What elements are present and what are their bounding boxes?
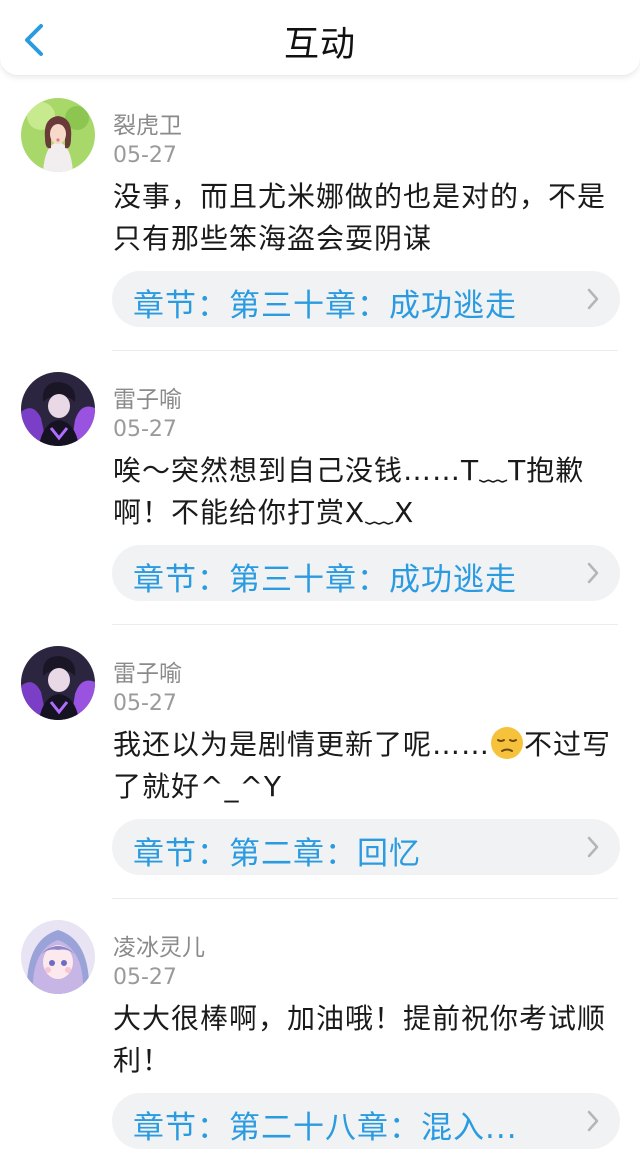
username: 雷子喻 xyxy=(113,387,182,413)
chapter-label: 章节：第二十八章：混入... xyxy=(133,1110,518,1146)
chapter-label: 章节：第三十章：成功逃走 xyxy=(133,288,517,324)
username: 裂虎卫 xyxy=(113,113,182,139)
chevron-right-icon xyxy=(587,288,599,310)
comment-text: 我还以为是剧情更新了呢…… 不过写了就好^_^Y xyxy=(113,724,618,808)
username: 凌冰灵儿 xyxy=(113,935,205,961)
pensive-face-emoji xyxy=(491,727,524,759)
chapter-link[interactable]: 章节：第三十章：成功逃走 xyxy=(112,271,620,327)
chapter-link[interactable]: 章节：第二十八章：混入... xyxy=(112,1093,620,1149)
list-item: 雷子喻 05-27 我还以为是剧情更新了呢…… 不过写了就好^_^Y 章节：第二章… xyxy=(0,624,640,898)
comment-text: 没事，而且尤米娜做的也是对的，不是只有那些笨海盗会耍阴谋 xyxy=(113,180,607,255)
comment-text: 唉～突然想到自己没钱……T﹏T抱歉啊！不能给你打赏X﹏X xyxy=(113,454,585,529)
comment-date: 05-27 xyxy=(113,417,177,442)
chapter-label: 章节：第二章：回忆 xyxy=(133,836,421,872)
list-item: 凌冰灵儿 05-27 大大很棒啊，加油哦！提前祝你考试顺利！ 章节：第二十八章：… xyxy=(0,898,640,1149)
avatar[interactable] xyxy=(21,920,95,994)
chapter-link[interactable]: 章节：第三十章：成功逃走 xyxy=(112,545,620,601)
chevron-right-icon xyxy=(587,562,599,584)
comment-date: 05-27 xyxy=(113,143,177,168)
comment-date: 05-27 xyxy=(113,691,177,716)
list-item: 裂虎卫 05-27 没事，而且尤米娜做的也是对的，不是只有那些笨海盗会耍阴谋 章… xyxy=(0,76,640,350)
comment-text-part: 我还以为是剧情更新了呢…… xyxy=(113,728,491,761)
avatar[interactable] xyxy=(21,646,95,720)
username: 雷子喻 xyxy=(113,661,182,687)
chapter-link[interactable]: 章节：第二章：回忆 xyxy=(112,819,620,875)
comment-date: 05-27 xyxy=(113,965,177,990)
top-bar: 互动 xyxy=(0,0,640,76)
chevron-right-icon xyxy=(587,1110,599,1132)
page-title: 互动 xyxy=(283,25,356,65)
chevron-right-icon xyxy=(587,836,599,858)
comment-text: 大大很棒啊，加油哦！提前祝你考试顺利！ xyxy=(113,1002,607,1077)
avatar[interactable] xyxy=(21,98,95,172)
list-item: 雷子喻 05-27 唉～突然想到自己没钱……T﹏T抱歉啊！不能给你打赏X﹏X 章… xyxy=(0,350,640,624)
chapter-label: 章节：第三十章：成功逃走 xyxy=(133,562,517,598)
avatar[interactable] xyxy=(21,372,95,446)
comment-list: 裂虎卫 05-27 没事，而且尤米娜做的也是对的，不是只有那些笨海盗会耍阴谋 章… xyxy=(0,76,640,1149)
